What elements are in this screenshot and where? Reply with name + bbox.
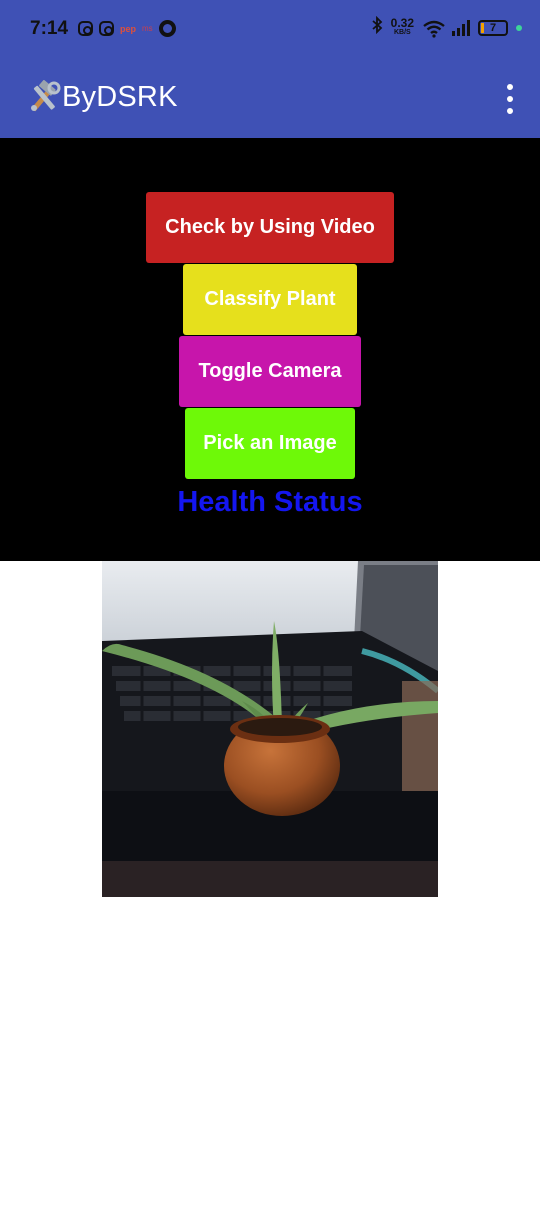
control-panel: Check by Using Video Classify Plant Togg… [0, 138, 540, 561]
classify-plant-button[interactable]: Classify Plant [183, 264, 357, 335]
battery-level: 7 [489, 21, 497, 34]
plant-image-preview [102, 561, 438, 897]
network-speed-unit: KB/S [393, 28, 411, 36]
health-status-label: Health Status [177, 486, 363, 518]
bluetooth-icon [371, 15, 383, 39]
check-by-video-button[interactable]: Check by Using Video [146, 192, 394, 263]
instagram-icon [99, 21, 114, 36]
hammer-wrench-icon [26, 79, 62, 116]
signal-icon [452, 19, 470, 36]
network-speed: 0.32 KB/S [391, 17, 414, 38]
overflow-menu-button[interactable] [502, 82, 518, 116]
record-icon [158, 20, 176, 37]
instagram-icon [78, 21, 93, 36]
status-time: 7:14 [30, 18, 69, 39]
app-title: ByDSRK [62, 81, 178, 113]
wifi-icon [422, 20, 445, 38]
system-icons: 0.32 KB/S 7 [371, 15, 522, 39]
notification-icons: pep ms [78, 20, 176, 37]
privacy-indicator-icon [516, 24, 522, 31]
app-bar: ByDSRK [0, 62, 540, 138]
app-notification-label: pep [120, 23, 137, 34]
battery-icon: 7 [478, 19, 508, 36]
app-notification-label: ms [142, 24, 153, 33]
more-vert-icon [507, 84, 513, 90]
status-bar: 7:14 pep ms 0.32 KB/S 7 [0, 0, 540, 62]
toggle-camera-button[interactable]: Toggle Camera [179, 336, 361, 407]
pick-image-button[interactable]: Pick an Image [185, 408, 355, 479]
